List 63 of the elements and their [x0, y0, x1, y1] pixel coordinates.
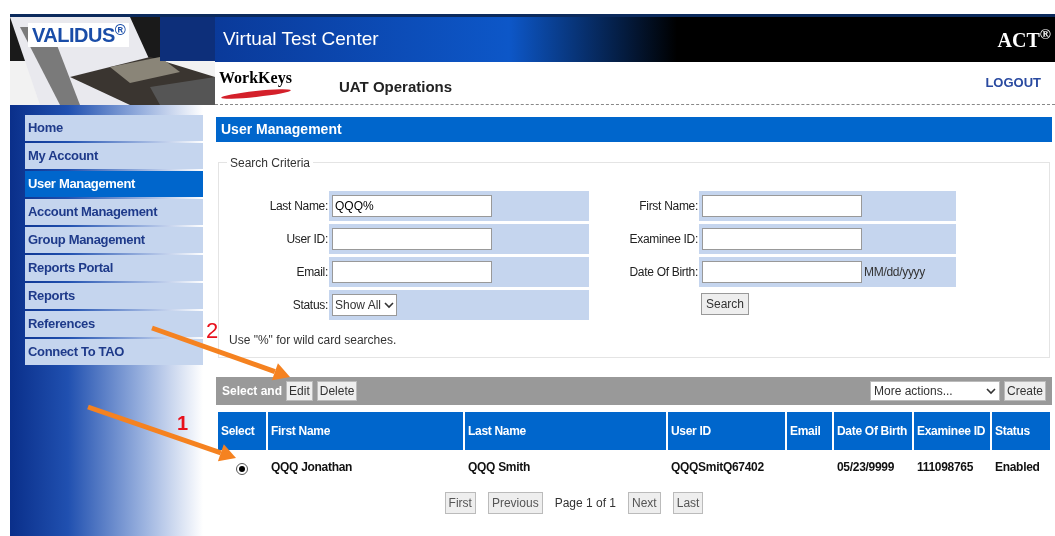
- input-field[interactable]: [702, 195, 862, 217]
- validus-logo: VALIDUS$^{®}$: [28, 23, 130, 47]
- column-header: Date Of Birth: [834, 412, 912, 450]
- workkeys-logo: WorkKeys: [219, 69, 293, 87]
- table-cell: QQQ Smith: [468, 460, 530, 474]
- date-format-hint: MM/dd/yyyy: [864, 264, 925, 281]
- sidebar-item[interactable]: Home: [25, 115, 203, 141]
- field-label: Last Name:: [268, 198, 329, 215]
- pagination-button[interactable]: First: [444, 492, 476, 514]
- input-field[interactable]: [702, 261, 862, 283]
- search-hint: Use "%" for wild card searches.: [229, 332, 397, 349]
- caret-icon: [384, 301, 395, 309]
- input-field[interactable]: [332, 228, 492, 250]
- sidebar-item[interactable]: Account Management: [25, 199, 203, 225]
- status-dropdown[interactable]: Show All: [332, 294, 398, 316]
- field-label: Status:: [291, 297, 329, 314]
- table-cell: 05/23/9999: [837, 460, 895, 474]
- sidebar-item[interactable]: Reports Portal: [25, 255, 203, 281]
- sidebar-item[interactable]: User Management: [25, 171, 203, 197]
- annotation-number: 1: [177, 411, 189, 436]
- app-name: UAT Operations: [339, 76, 453, 97]
- input-field[interactable]: QQQ%: [332, 195, 492, 217]
- column-header: Last Name: [465, 412, 666, 450]
- column-header: Examinee ID: [914, 412, 990, 450]
- pagination-button[interactable]: Previous: [487, 492, 543, 514]
- sidebar-item[interactable]: References: [25, 311, 203, 337]
- page-info: Page 1 of 1: [554, 495, 616, 512]
- column-header: User ID: [668, 412, 785, 450]
- table-cell: QQQ Jonathan: [271, 460, 353, 474]
- logout-link[interactable]: LOGOUT: [985, 73, 1041, 93]
- column-header: Email: [787, 412, 832, 450]
- field-label: Email:: [295, 264, 329, 281]
- table-cell: 111098765: [917, 460, 974, 474]
- column-header: First Name: [268, 412, 463, 450]
- app-title: Virtual Test Center: [222, 27, 379, 52]
- input-field[interactable]: [702, 228, 862, 250]
- field-label: Date Of Birth:: [628, 264, 699, 281]
- sidebar-item[interactable]: Reports: [25, 283, 203, 309]
- sidebar-item[interactable]: Connect To TAO: [25, 339, 203, 365]
- row-radio[interactable]: [236, 463, 248, 475]
- search-button[interactable]: Search: [701, 293, 749, 315]
- pagination-button[interactable]: Next: [628, 492, 661, 514]
- field-label: User ID:: [285, 231, 329, 248]
- field-label: First Name:: [638, 198, 699, 215]
- annotation-number: 2: [206, 317, 219, 345]
- column-header: Status: [992, 412, 1050, 450]
- input-field[interactable]: [332, 261, 492, 283]
- table-cell: Enabled: [995, 460, 1040, 474]
- column-header: Select: [218, 412, 266, 450]
- toolbar-button[interactable]: Delete: [316, 381, 358, 401]
- act-logo: ACT$^{®}$: [997, 25, 1052, 53]
- pagination-button[interactable]: Last: [672, 492, 704, 514]
- table-cell: QQQSmitQ67402: [671, 460, 764, 474]
- create-button[interactable]: Create: [1003, 381, 1046, 401]
- sidebar-item[interactable]: My Account: [25, 143, 203, 169]
- sidebar-item[interactable]: Group Management: [25, 227, 203, 253]
- caret-icon: [985, 387, 996, 395]
- toolbar-button[interactable]: Edit: [286, 381, 313, 401]
- panel-title: User Management: [216, 117, 1052, 142]
- actions-dropdown[interactable]: More actions...: [869, 381, 1000, 401]
- toolbar-label: Select and: [222, 383, 283, 400]
- arrow-icon: [151, 325, 290, 381]
- field-label: Examinee ID:: [628, 231, 699, 248]
